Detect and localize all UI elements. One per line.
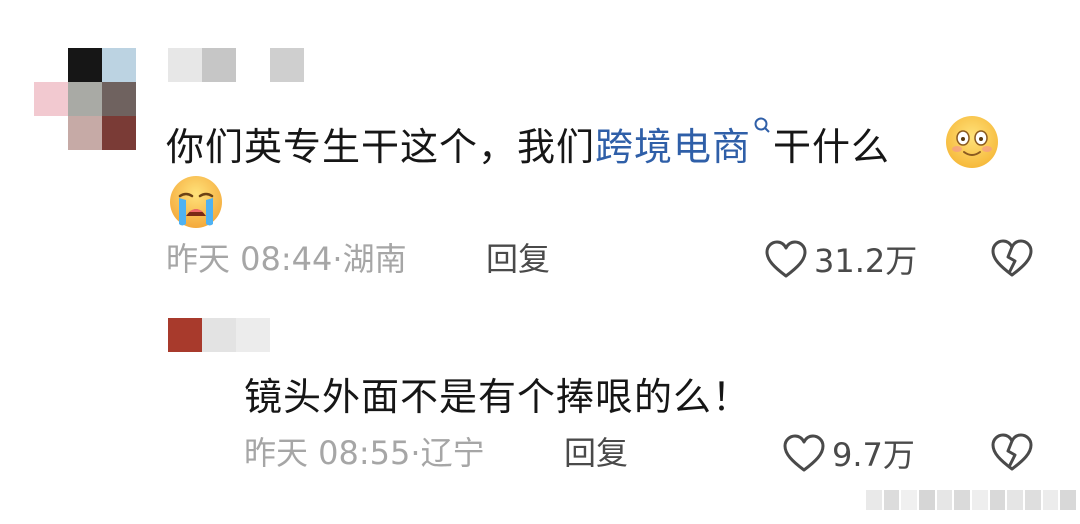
reply-comment-reply-button[interactable]: 回复 <box>564 432 628 474</box>
reply-like-button[interactable]: 9.7万 <box>782 430 915 476</box>
comment-meta: 昨天 08:44·湖南 <box>166 238 407 280</box>
heart-icon <box>765 240 807 278</box>
reply-label[interactable]: 回复 <box>486 240 550 278</box>
comment-location: 湖南 <box>342 240 407 278</box>
reply-button[interactable]: 回复 <box>486 238 550 280</box>
search-icon <box>754 117 770 133</box>
comment-time: 昨天 08:44 <box>166 240 333 278</box>
username-pixelated[interactable] <box>168 48 308 82</box>
reply-avatar[interactable] <box>168 318 270 352</box>
comment-text-after: 干什么 <box>773 125 891 169</box>
reply-dislike-broken-heart-icon[interactable] <box>990 432 1034 472</box>
reply-comment-text: 镜头外面不是有个捧哏的么！ <box>244 375 752 419</box>
heart-icon <box>783 434 825 472</box>
smiling-face-emoji <box>946 116 998 168</box>
avatar[interactable] <box>34 48 136 150</box>
reply-like-count: 9.7万 <box>832 436 915 474</box>
like-button[interactable]: 31.2万 <box>764 236 917 282</box>
comment-text: 你们英专生干这个，我们跨境电商 干什么 <box>166 116 1046 176</box>
hashtag-link-label[interactable]: 跨境电商 <box>595 125 751 169</box>
hashtag-link[interactable]: 跨境电商 <box>595 117 773 169</box>
like-count: 31.2万 <box>814 242 918 280</box>
comment-text-before: 你们英专生干这个，我们 <box>166 125 596 169</box>
reply-comment-meta: 昨天 08:55·辽宁 <box>244 432 485 474</box>
reply-comment-reply-label[interactable]: 回复 <box>564 434 628 472</box>
reply-comment-time: 昨天 08:55 <box>244 434 411 472</box>
reply-comment-location: 辽宁 <box>420 434 485 472</box>
meta-separator: · <box>410 434 421 472</box>
dislike-broken-heart-icon[interactable] <box>990 238 1034 278</box>
watermark-pixelated <box>866 490 1077 510</box>
meta-separator: · <box>332 240 343 278</box>
crying-face-emoji <box>170 176 222 228</box>
